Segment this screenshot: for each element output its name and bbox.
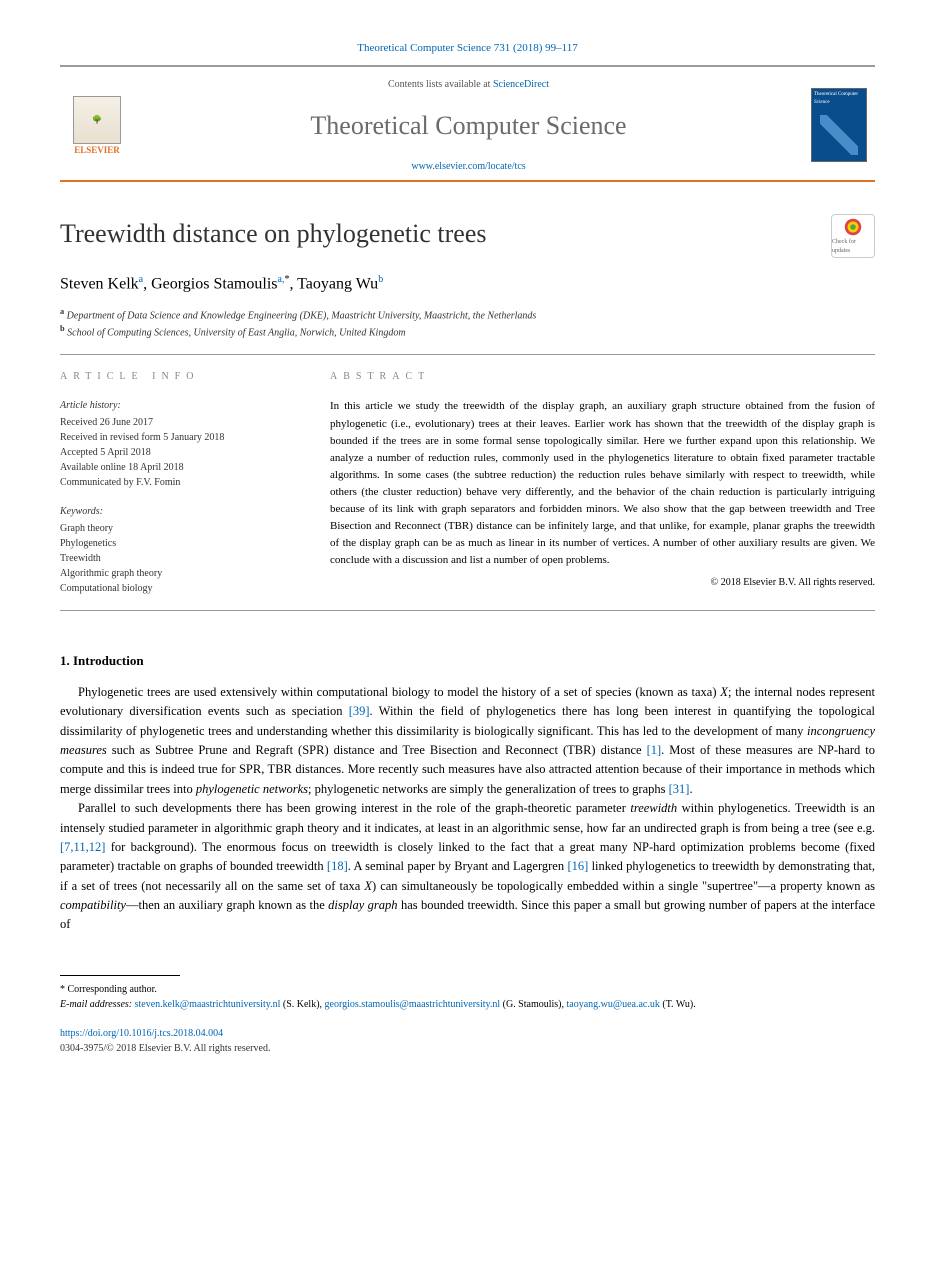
elsevier-tree-icon: 🌳 [73, 96, 121, 144]
ref-16[interactable]: [16] [567, 859, 588, 873]
ref-39[interactable]: [39] [349, 704, 370, 718]
abstract-copyright: © 2018 Elsevier B.V. All rights reserved… [330, 575, 875, 590]
journal-header: 🌳 ELSEVIER Contents lists available at S… [60, 67, 875, 182]
p2-a: Parallel to such developments there has … [78, 801, 630, 815]
taxa-symbol: X [720, 685, 728, 699]
keyword-3: Treewidth [60, 551, 290, 566]
doi-link[interactable]: https://doi.org/10.1016/j.tcs.2018.04.00… [60, 1028, 223, 1039]
compatibility-em: compatibility [60, 898, 126, 912]
communicated-by: Communicated by F.V. Fomin [60, 475, 290, 490]
intro-para-2: Parallel to such developments there has … [60, 799, 875, 935]
doi-block: https://doi.org/10.1016/j.tcs.2018.04.00… [60, 1026, 875, 1056]
keyword-1: Graph theory [60, 521, 290, 536]
p2-d: . A seminal paper by Bryant and Lagergre… [348, 859, 568, 873]
abstract-text: In this article we study the treewidth o… [330, 398, 875, 568]
p1-f: ; phylogenetic networks are simply the g… [308, 782, 669, 796]
affiliation-a: a Department of Data Science and Knowled… [60, 306, 875, 323]
author-3-affil: b [378, 274, 383, 285]
check-badge-label: Check for updates [832, 238, 874, 256]
author-list: Steven Kelka, Georgios Stamoulisa,*, Tao… [60, 272, 875, 296]
publisher-name: ELSEVIER [74, 144, 120, 158]
intro-para-1: Phylogenetic trees are used extensively … [60, 683, 875, 799]
footnote-rule [60, 975, 180, 976]
journal-cover-thumbnail: Theoretical Computer Science [811, 88, 867, 162]
corresponding-author-note: * Corresponding author. [60, 982, 875, 997]
section-1-heading: 1. Introduction [60, 651, 875, 671]
online-date: Available online 18 April 2018 [60, 460, 290, 475]
email-kelk[interactable]: steven.kelk@maastrichtuniversity.nl [135, 999, 281, 1010]
email-kelk-who: (S. Kelk) [283, 999, 320, 1010]
issn-copyright: 0304-3975/© 2018 Elsevier B.V. All right… [60, 1041, 875, 1056]
contents-available-line: Contents lists available at ScienceDirec… [126, 77, 811, 92]
abstract-column: ABSTRACT In this article we study the tr… [330, 369, 875, 596]
title-row: Treewidth distance on phylogenetic trees… [60, 214, 875, 258]
ref-1[interactable]: [1] [647, 743, 662, 757]
check-updates-icon [842, 216, 864, 238]
history-heading: Article history: [60, 398, 290, 413]
header-center: Contents lists available at ScienceDirec… [126, 77, 811, 174]
email-wu-who: (T. Wu) [662, 999, 693, 1010]
email-stamoulis-who: (G. Stamoulis) [503, 999, 562, 1010]
p1-d: such as Subtree Prune and Regraft (SPR) … [107, 743, 647, 757]
accepted-date: Accepted 5 April 2018 [60, 445, 290, 460]
ref-7-11-12[interactable]: [7,11,12] [60, 840, 105, 854]
revised-date: Received in revised form 5 January 2018 [60, 430, 290, 445]
sciencedirect-link[interactable]: ScienceDirect [493, 79, 549, 90]
p1-g: . [689, 782, 692, 796]
abstract-label: ABSTRACT [330, 369, 875, 384]
display-graph-em: display graph [328, 898, 397, 912]
p2-g: —then an auxiliary graph known as the [126, 898, 328, 912]
keyword-4: Algorithmic graph theory [60, 566, 290, 581]
keyword-2: Phylogenetics [60, 536, 290, 551]
article-history: Article history: Received 26 June 2017 R… [60, 398, 290, 596]
keyword-5: Computational biology [60, 581, 290, 596]
journal-homepage-link: www.elsevier.com/locate/tcs [126, 159, 811, 174]
corresponding-text: Corresponding author. [68, 984, 157, 995]
elsevier-logo: 🌳 ELSEVIER [68, 93, 126, 157]
p1-a: Phylogenetic trees are used extensively … [78, 685, 720, 699]
author-2: , Georgios Stamoulis [143, 275, 277, 292]
contents-prefix: Contents lists available at [388, 79, 493, 90]
received-date: Received 26 June 2017 [60, 415, 290, 430]
header-left: 🌳 ELSEVIER [68, 93, 126, 157]
author-1: Steven Kelk [60, 275, 139, 292]
article-title: Treewidth distance on phylogenetic trees [60, 214, 487, 253]
email-addresses-line: E-mail addresses: steven.kelk@maastricht… [60, 997, 875, 1012]
email-label: E-mail addresses: [60, 999, 132, 1010]
info-abstract-row: ARTICLE INFO Article history: Received 2… [60, 369, 875, 611]
email-stamoulis[interactable]: georgios.stamoulis@maastrichtuniversity.… [325, 999, 501, 1010]
check-updates-badge[interactable]: Check for updates [831, 214, 875, 258]
affiliations: a Department of Data Science and Knowled… [60, 306, 875, 341]
journal-url-link[interactable]: www.elsevier.com/locate/tcs [411, 161, 525, 172]
footnotes: * Corresponding author. E-mail addresses… [60, 982, 875, 1012]
author-3: , Taoyang Wu [289, 275, 378, 292]
affiliation-a-text: Department of Data Science and Knowledge… [67, 310, 537, 321]
phylonet-em: phylogenetic networks [196, 782, 308, 796]
citation-line: Theoretical Computer Science 731 (2018) … [60, 40, 875, 57]
affiliation-b: b School of Computing Sciences, Universi… [60, 323, 875, 340]
article-info-label: ARTICLE INFO [60, 369, 290, 384]
keywords-heading: Keywords: [60, 504, 290, 519]
journal-name: Theoretical Computer Science [126, 106, 811, 145]
article-info-column: ARTICLE INFO Article history: Received 2… [60, 369, 290, 596]
p2-f: ) can simultaneously be topologically em… [372, 879, 875, 893]
treewidth-em: treewidth [630, 801, 677, 815]
email-wu[interactable]: taoyang.wu@uea.ac.uk [567, 999, 660, 1010]
rule-above-info [60, 354, 875, 355]
ref-18[interactable]: [18] [327, 859, 348, 873]
cover-label: Theoretical Computer Science [814, 92, 858, 105]
affiliation-b-text: School of Computing Sciences, University… [67, 327, 405, 338]
ref-31[interactable]: [31] [669, 782, 690, 796]
taxa-symbol-2: X [364, 879, 372, 893]
